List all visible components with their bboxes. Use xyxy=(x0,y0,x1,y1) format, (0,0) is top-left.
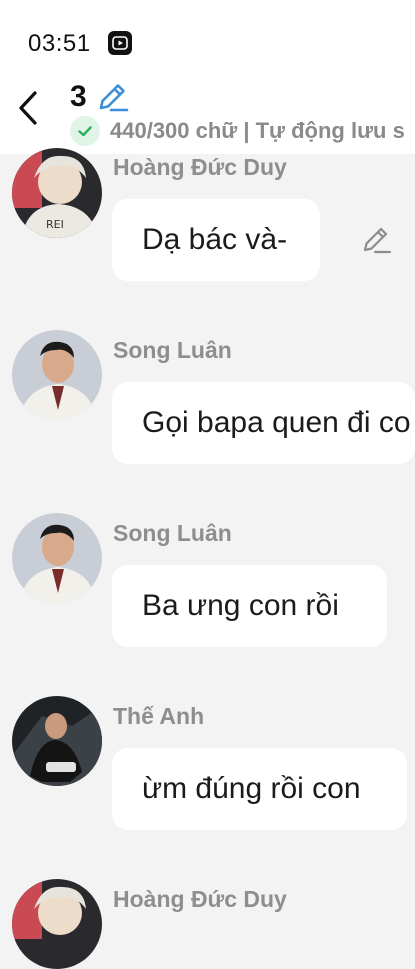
status-bar: 03:51 xyxy=(0,0,415,80)
pencil-icon xyxy=(363,227,392,254)
svg-text:REI: REI xyxy=(46,218,64,231)
edit-message-button[interactable] xyxy=(360,223,394,257)
pencil-icon xyxy=(99,84,129,112)
avatar: REI xyxy=(12,148,102,238)
back-button[interactable] xyxy=(12,88,44,128)
message-item[interactable]: Song Luân Gọi bapa quen đi co xyxy=(0,330,415,477)
sender-name: Hoàng Đức Duy xyxy=(113,154,287,180)
message-bubble[interactable]: Gọi bapa quen đi co xyxy=(112,382,415,464)
video-play-icon xyxy=(108,31,132,55)
avatar xyxy=(12,696,102,786)
message-item[interactable]: Hoàng Đức Duy xyxy=(0,879,415,969)
sender-name: Thế Anh xyxy=(113,703,205,729)
edit-title-button[interactable] xyxy=(95,80,129,114)
chapter-header: 3 440/300 chữ | Tự động lưu s xyxy=(0,80,415,154)
chapter-number: 3 xyxy=(70,80,87,113)
word-count-status: 440/300 chữ | Tự động lưu s xyxy=(110,118,405,143)
chevron-left-icon xyxy=(19,91,37,125)
sender-name: Song Luân xyxy=(113,337,232,363)
sender-name: Hoàng Đức Duy xyxy=(113,886,287,912)
avatar xyxy=(12,513,102,603)
message-item[interactable]: Song Luân Ba ưng con rồi xyxy=(0,513,415,660)
autosave-status: 440/300 chữ | Tự động lưu s xyxy=(70,116,405,146)
avatar xyxy=(12,879,102,969)
message-bubble[interactable]: Dạ bác và- xyxy=(112,199,320,281)
message-bubble[interactable]: ừm đúng rồi con xyxy=(112,748,407,830)
message-item[interactable]: Thế Anh ừm đúng rồi con xyxy=(0,696,415,843)
sender-name: Song Luân xyxy=(113,520,232,546)
status-time: 03:51 xyxy=(28,30,91,57)
message-bubble[interactable]: Ba ưng con rồi xyxy=(112,565,387,647)
avatar xyxy=(12,330,102,420)
check-icon xyxy=(70,116,100,146)
message-item[interactable]: REI Hoàng Đức Duy Dạ bác và- xyxy=(0,148,415,294)
